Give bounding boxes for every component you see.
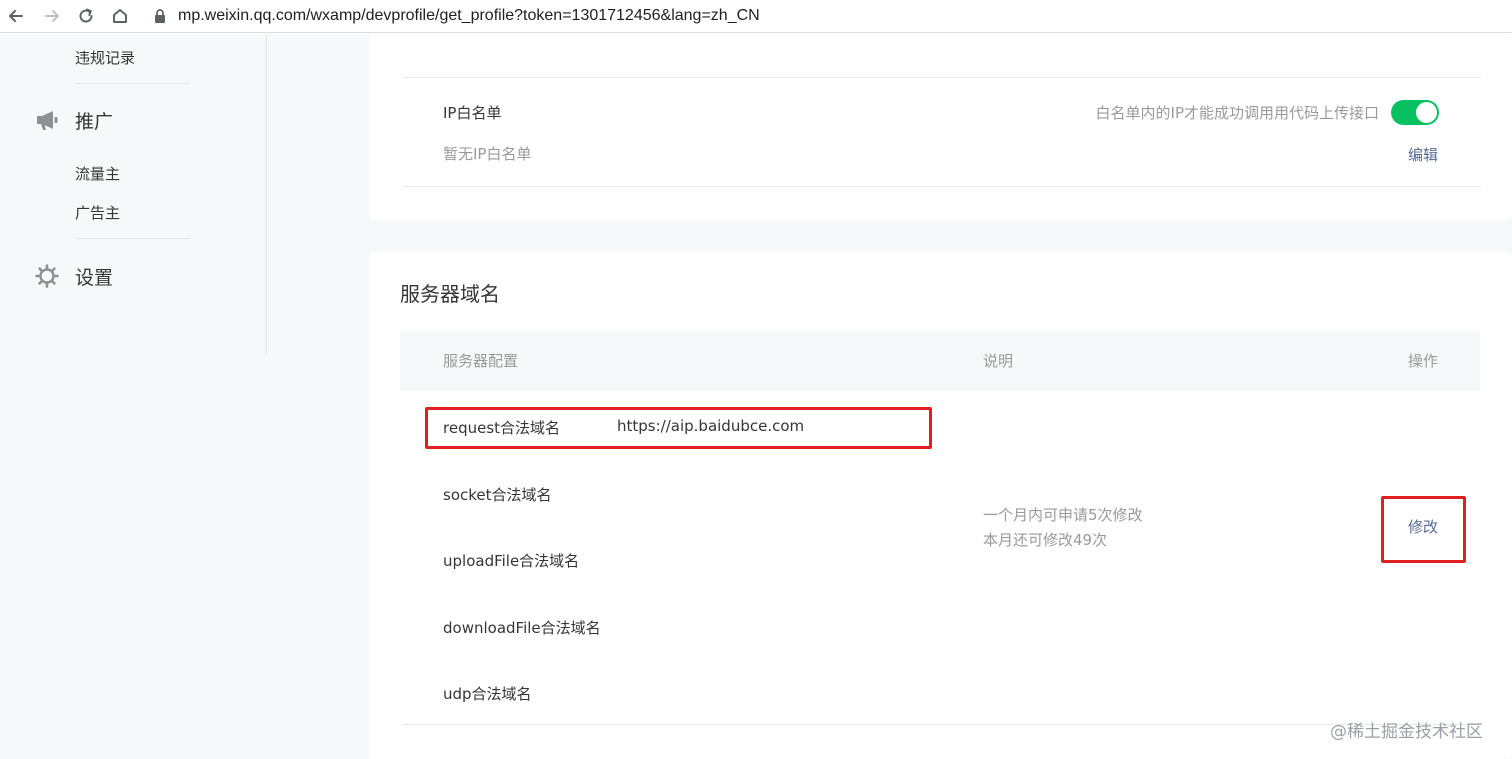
ip-whitelist-edit-link[interactable]: 编辑 <box>1408 144 1438 165</box>
row-divider <box>403 724 1481 725</box>
ip-whitelist-empty: 暂无IP白名单 <box>443 145 532 163</box>
ip-whitelist-title: IP白名单 <box>443 104 502 122</box>
column-header-action: 操作 <box>1408 352 1439 370</box>
address-bar[interactable]: mp.weixin.qq.com/wxamp/devprofile/get_pr… <box>178 5 760 27</box>
browser-toolbar: mp.weixin.qq.com/wxamp/devprofile/get_pr… <box>0 0 1512 33</box>
ip-whitelist-card: IP白名单 暂无IP白名单 白名单内的IP才能成功调用用代码上传接口 编辑 <box>369 34 1512 220</box>
highlight-request-domain <box>425 407 932 449</box>
sidebar-divider <box>75 83 190 84</box>
domain-row-socket-label: socket合法域名 <box>443 486 552 504</box>
sidebar-item-advertiser[interactable]: 广告主 <box>75 202 120 223</box>
section-title: 服务器域名 <box>400 282 500 306</box>
watermark: @稀土掘金技术社区 <box>1330 722 1483 742</box>
row-divider <box>403 186 1481 187</box>
row-divider <box>403 77 1481 78</box>
megaphone-icon <box>34 107 60 133</box>
forward-icon[interactable] <box>40 4 64 28</box>
sidebar: 违规记录 推广 流量主 广告主 设置 <box>0 34 267 354</box>
ip-whitelist-toggle[interactable] <box>1391 100 1439 125</box>
ip-whitelist-description: 白名单内的IP才能成功调用用代码上传接口 <box>1095 104 1379 122</box>
sidebar-item-violations[interactable]: 违规记录 <box>75 47 135 68</box>
sidebar-item-settings[interactable]: 设置 <box>75 263 113 290</box>
toggle-knob <box>1416 102 1437 123</box>
gear-icon <box>34 263 60 289</box>
server-domain-card: 服务器域名 服务器配置 说明 操作 request合法域名 https://ai… <box>369 252 1512 759</box>
table-header: 服务器配置 说明 操作 <box>400 331 1480 391</box>
reload-icon[interactable] <box>74 4 98 28</box>
page-content: 违规记录 推广 流量主 广告主 设置 IP白名单 暂无IP白名单 白名单内的IP… <box>0 34 1512 759</box>
home-icon[interactable] <box>108 4 132 28</box>
column-header-config: 服务器配置 <box>443 352 519 370</box>
sidebar-item-traffic-owner[interactable]: 流量主 <box>75 163 120 184</box>
modify-remaining-note: 本月还可修改49次 <box>983 531 1108 549</box>
sidebar-divider <box>75 238 190 239</box>
back-icon[interactable] <box>4 4 28 28</box>
modify-limit-note: 一个月内可申请5次修改 <box>983 506 1143 524</box>
column-header-description: 说明 <box>983 352 1014 370</box>
domain-row-udp-label: udp合法域名 <box>443 685 532 703</box>
domain-row-uploadfile-label: uploadFile合法域名 <box>443 552 580 570</box>
highlight-modify-link <box>1381 496 1466 563</box>
sidebar-item-promotion[interactable]: 推广 <box>75 107 113 134</box>
lock-icon[interactable] <box>152 7 168 25</box>
domain-row-downloadfile-label: downloadFile合法域名 <box>443 619 601 637</box>
